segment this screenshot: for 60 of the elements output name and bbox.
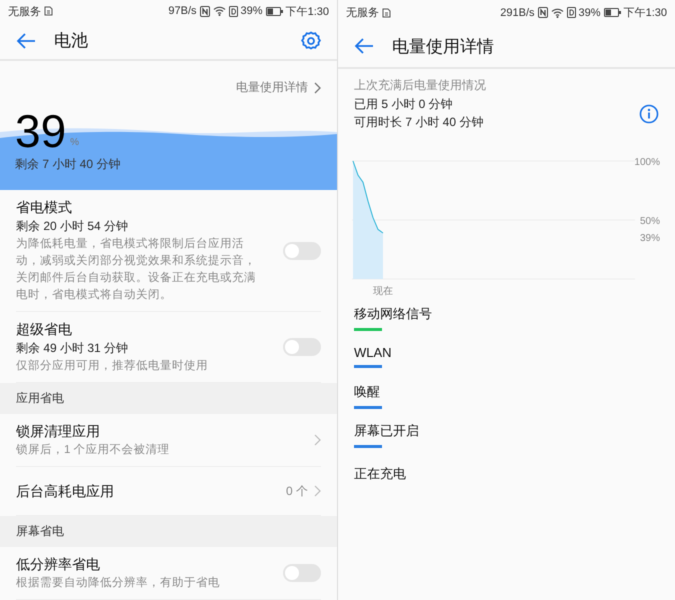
used-time: 已用 5 小时 0 分钟 — [354, 96, 454, 113]
axis-label: 50% — [640, 216, 660, 227]
battery-percent: 39% — [240, 5, 263, 18]
back-icon[interactable] — [354, 38, 374, 54]
battery-percent: 39% — [578, 6, 601, 18]
current-level-label: 39% — [640, 232, 660, 244]
clock-time: 下午1:30 — [286, 4, 329, 19]
section-header: 屏幕省电 — [0, 516, 337, 547]
clock-time: 下午1:30 — [624, 6, 667, 20]
percent-unit: % — [70, 137, 80, 148]
page-title: 电池 — [54, 30, 89, 52]
battery-saver-icon — [566, 7, 576, 18]
info-icon[interactable] — [639, 104, 659, 124]
battery-icon — [266, 6, 283, 16]
toggle-switch[interactable] — [283, 564, 321, 582]
usage-category: 唤醒 — [354, 382, 381, 400]
nfc-icon — [200, 6, 210, 17]
chevron-icon — [314, 485, 321, 497]
available-time: 可用时长 7 小时 40 分钟 — [354, 114, 484, 131]
setting-description: 根据需要自动降低分辨率，有助于省电 — [16, 576, 221, 591]
carrier-text: 无服务 — [346, 6, 379, 20]
back-icon[interactable] — [16, 32, 36, 49]
usage-category: WLAN — [354, 345, 393, 360]
settings-icon[interactable] — [301, 30, 321, 51]
toggle-switch[interactable] — [283, 242, 321, 260]
remaining-time: 剩余 49 小时 31 分钟 — [16, 340, 130, 357]
setting-description: 锁屏后，1 个应用不会被清理 — [16, 442, 171, 458]
setting-description: 为降低耗电量，省电模式将限制后台应用活动，减弱或关闭部分视觉效果和系统提示音，关闭邮件后台自动获取。设备正在充电或充满电时，省电模式将自动关闭。 — [16, 236, 257, 303]
nfc-icon — [538, 7, 548, 18]
wifi-icon — [212, 6, 226, 16]
battery-percentage: 39 — [15, 108, 66, 154]
toggle-switch[interactable] — [283, 338, 321, 356]
usage-category: 屏幕已开启 — [354, 422, 420, 440]
remaining-time: 剩余 7 小时 40 分钟 — [15, 156, 120, 174]
usage-details-link[interactable]: 电量使用详情 — [236, 79, 321, 96]
setting-description: 仅部分应用可用，推荐低电量时使用 — [16, 358, 209, 374]
usage-caption: 上次充满后电量使用情况 — [353, 77, 487, 94]
sim-icon — [44, 6, 53, 16]
setting-title: 省电模式 — [16, 198, 73, 217]
network-speed: 97B/s — [168, 5, 197, 18]
chevron-icon — [314, 82, 321, 94]
remaining-time: 剩余 20 小时 54 分钟 — [16, 218, 130, 235]
network-speed: 291B/s — [500, 6, 535, 18]
section-header: 应用省电 — [0, 383, 337, 414]
chevron-icon — [314, 434, 321, 446]
setting-title: 低分辨率省电 — [16, 555, 101, 574]
page-title: 电量使用详情 — [392, 36, 495, 58]
setting-title[interactable]: 后台高耗电应用 — [16, 481, 286, 501]
time-label: 现在 — [373, 286, 393, 297]
axis-label: 100% — [634, 157, 660, 168]
battery-icon — [604, 8, 621, 17]
sim-icon — [382, 8, 391, 18]
wifi-icon — [550, 8, 564, 18]
battery-saver-icon — [228, 6, 238, 17]
carrier-text: 无服务 — [8, 4, 41, 19]
app-count: 0 个 — [286, 482, 308, 500]
setting-title[interactable]: 锁屏清理应用 — [16, 421, 314, 441]
usage-category: 移动网络信号 — [354, 304, 433, 322]
usage-category: 正在充电 — [354, 464, 407, 482]
setting-title: 超级省电 — [16, 320, 73, 339]
